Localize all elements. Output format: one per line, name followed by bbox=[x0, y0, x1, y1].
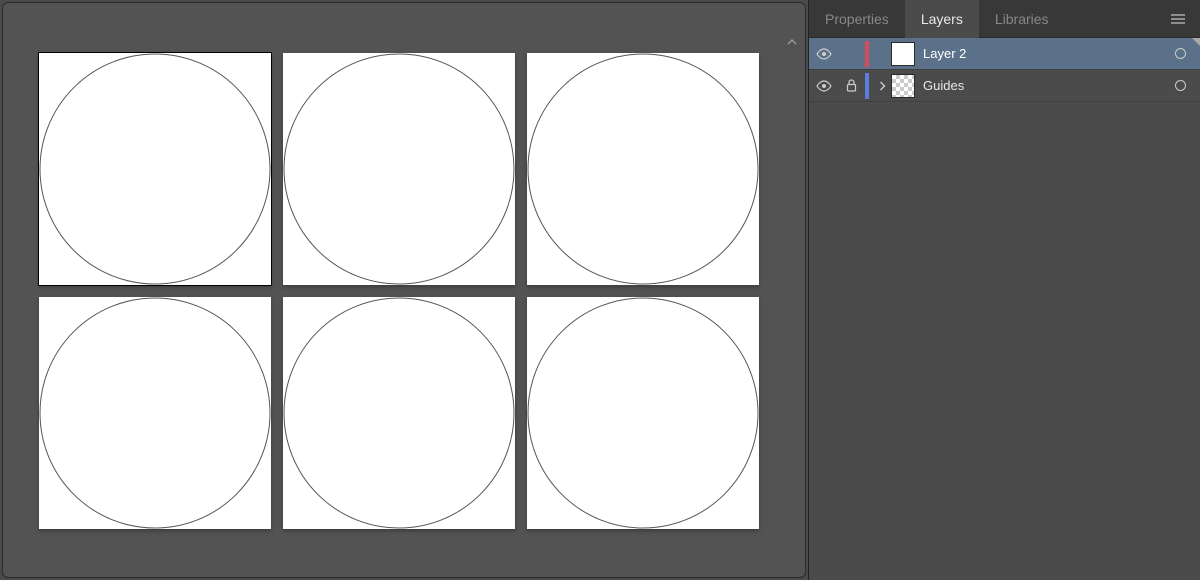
artboard[interactable] bbox=[283, 297, 515, 529]
panel-tabs: Properties Layers Libraries bbox=[809, 0, 1200, 38]
canvas-area[interactable] bbox=[2, 2, 806, 578]
artboard[interactable] bbox=[283, 53, 515, 285]
artboard[interactable] bbox=[527, 53, 759, 285]
circle-shape[interactable] bbox=[527, 297, 759, 529]
eye-icon bbox=[816, 80, 832, 92]
visibility-toggle[interactable] bbox=[809, 80, 839, 92]
target-ring-icon bbox=[1175, 48, 1186, 59]
eye-icon bbox=[816, 48, 832, 60]
lock-toggle[interactable] bbox=[839, 79, 863, 92]
layer-thumbnail[interactable] bbox=[891, 74, 915, 98]
layer-thumbnail[interactable] bbox=[891, 42, 915, 66]
layer-row[interactable]: Guides bbox=[809, 70, 1200, 102]
target-toggle[interactable] bbox=[1168, 48, 1192, 59]
layer-color-indicator bbox=[865, 73, 869, 99]
lock-icon bbox=[846, 79, 857, 92]
expand-toggle[interactable] bbox=[875, 81, 889, 91]
tab-properties[interactable]: Properties bbox=[809, 0, 905, 38]
chevron-right-icon bbox=[879, 81, 886, 91]
layer-name-label[interactable]: Layer 2 bbox=[923, 46, 1168, 61]
artboard[interactable] bbox=[39, 53, 271, 285]
visibility-toggle[interactable] bbox=[809, 48, 839, 60]
artboard[interactable] bbox=[527, 297, 759, 529]
circle-shape[interactable] bbox=[527, 53, 759, 285]
scroll-up-arrow[interactable] bbox=[785, 35, 799, 49]
target-ring-icon bbox=[1175, 80, 1186, 91]
tab-libraries[interactable]: Libraries bbox=[979, 0, 1065, 38]
circle-shape[interactable] bbox=[39, 53, 271, 285]
layers-list: Layer 2 Gui bbox=[809, 38, 1200, 580]
artboard-grid bbox=[19, 33, 785, 549]
layer-row[interactable]: Layer 2 bbox=[809, 38, 1200, 70]
canvas-viewport[interactable] bbox=[19, 33, 785, 573]
circle-shape[interactable] bbox=[283, 297, 515, 529]
circle-shape[interactable] bbox=[39, 297, 271, 529]
layer-name-label[interactable]: Guides bbox=[923, 78, 1168, 93]
target-toggle[interactable] bbox=[1168, 80, 1192, 91]
circle-shape[interactable] bbox=[283, 53, 515, 285]
layer-color-indicator bbox=[865, 41, 869, 67]
tab-layers[interactable]: Layers bbox=[905, 0, 979, 38]
hamburger-icon bbox=[1170, 13, 1186, 25]
panel-menu-button[interactable] bbox=[1164, 5, 1192, 33]
right-panel: Properties Layers Libraries Lay bbox=[808, 0, 1200, 580]
artboard[interactable] bbox=[39, 297, 271, 529]
